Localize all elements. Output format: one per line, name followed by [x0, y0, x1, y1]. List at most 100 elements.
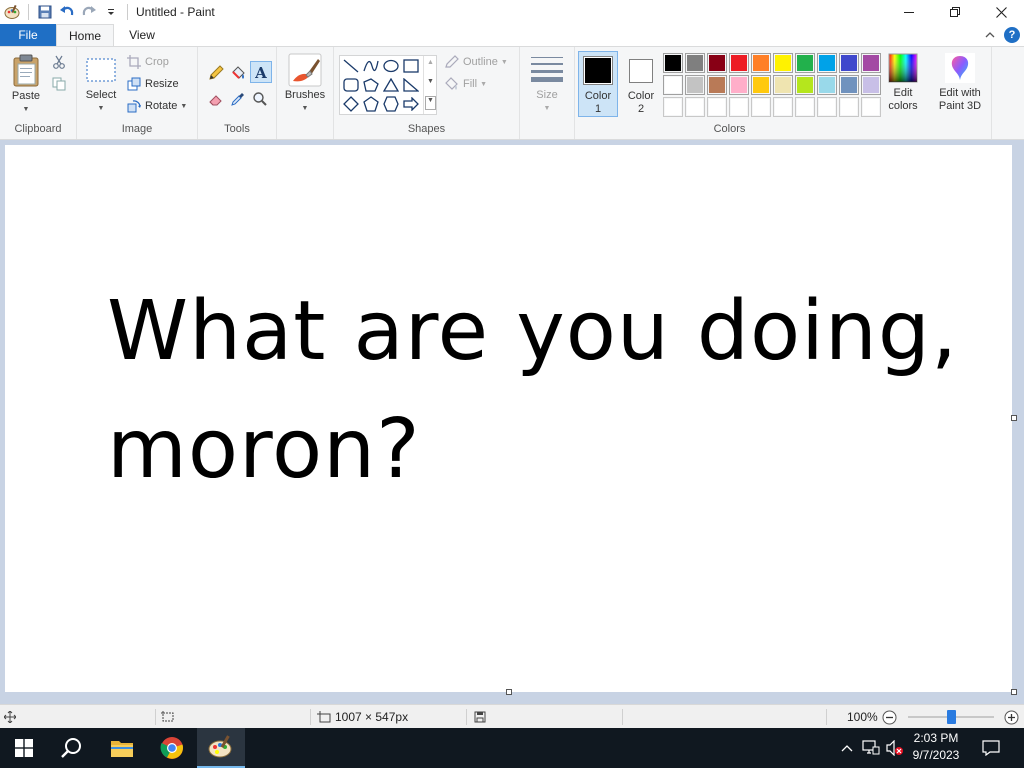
file-explorer-button[interactable] — [98, 728, 146, 768]
resize-handle-right[interactable] — [1011, 415, 1017, 421]
fill-tool[interactable] — [228, 63, 248, 83]
magnifier-tool[interactable] — [250, 89, 270, 109]
palette-swatch[interactable] — [663, 75, 683, 95]
palette-swatch[interactable] — [773, 75, 793, 95]
pencil-tool[interactable] — [206, 63, 226, 83]
palette-swatch[interactable] — [839, 97, 859, 117]
cut-button[interactable] — [52, 55, 66, 69]
minimize-button[interactable] — [886, 0, 932, 24]
oval-shape-icon[interactable] — [381, 56, 401, 76]
undo-icon[interactable] — [57, 2, 77, 22]
palette-swatch[interactable] — [685, 97, 705, 117]
redo-icon[interactable] — [79, 2, 99, 22]
restore-button[interactable] — [932, 0, 978, 24]
palette-swatch[interactable] — [861, 53, 881, 73]
pentagon-shape-icon[interactable] — [361, 94, 381, 114]
palette-swatch[interactable] — [729, 75, 749, 95]
hexagon-shape-icon[interactable] — [381, 94, 401, 114]
palette-swatch[interactable] — [707, 75, 727, 95]
shapes-scroll[interactable]: ▲ ▼ ▼ — [423, 56, 437, 114]
search-button[interactable] — [48, 728, 96, 768]
volume-button[interactable] — [884, 728, 906, 768]
rotate-button[interactable]: Rotate ▼ — [127, 99, 187, 113]
resize-handle-bottom[interactable] — [506, 689, 512, 695]
triangle-shape-icon[interactable] — [381, 75, 401, 95]
color1-button[interactable]: Color 1 — [578, 51, 618, 117]
edit-colors-button[interactable]: Edit colors — [883, 53, 923, 113]
text-tool[interactable]: A — [250, 61, 272, 83]
save-icon[interactable] — [35, 2, 55, 22]
palette-swatch[interactable] — [795, 97, 815, 117]
close-button[interactable] — [978, 0, 1024, 24]
network-button[interactable] — [860, 728, 882, 768]
palette-swatch[interactable] — [839, 75, 859, 95]
palette-swatch[interactable] — [773, 97, 793, 117]
palette-swatch[interactable] — [861, 97, 881, 117]
outline-button[interactable]: Outline ▼ — [444, 55, 508, 69]
curve-shape-icon[interactable] — [361, 56, 381, 76]
chevron-down-icon: ▼ — [180, 102, 188, 110]
palette-swatch[interactable] — [685, 53, 705, 73]
edit-with-paint3d-button[interactable]: Edit with Paint 3D — [933, 53, 987, 113]
collapse-ribbon-button[interactable] — [982, 27, 998, 43]
color-picker-tool[interactable] — [228, 89, 248, 109]
resize-handle-corner[interactable] — [1011, 689, 1017, 695]
diamond-shape-icon[interactable] — [341, 94, 361, 114]
palette-swatch[interactable] — [817, 97, 837, 117]
right-triangle-shape-icon[interactable] — [401, 75, 421, 95]
customize-toolbar-chevron-icon[interactable] — [101, 2, 121, 22]
crop-button[interactable]: Crop — [127, 55, 169, 69]
taskbar-clock[interactable]: 2:03 PM 9/7/2023 — [908, 730, 964, 766]
select-button[interactable]: Select ▼ — [83, 57, 119, 115]
paste-button[interactable]: Paste ▼ — [6, 53, 46, 116]
tab-file[interactable]: File — [0, 24, 56, 46]
palette-swatch[interactable] — [861, 75, 881, 95]
brushes-button[interactable]: Brushes ▼ — [281, 53, 329, 115]
palette-swatch[interactable] — [707, 53, 727, 73]
copy-button[interactable] — [52, 77, 66, 91]
show-hidden-icons-button[interactable] — [838, 728, 856, 768]
palette-swatch[interactable] — [685, 75, 705, 95]
zoom-slider[interactable] — [908, 705, 994, 729]
rounded-rectangle-shape-icon[interactable] — [341, 75, 361, 95]
palette-swatch[interactable] — [663, 53, 683, 73]
eraser-tool[interactable] — [206, 89, 226, 109]
palette-swatch[interactable] — [729, 97, 749, 117]
fill-button[interactable]: Fill ▼ — [444, 77, 487, 91]
paint-taskbar-button[interactable] — [197, 728, 245, 768]
palette-swatch[interactable] — [773, 53, 793, 73]
expand-gallery-icon[interactable]: ▼ — [425, 96, 436, 110]
resize-button[interactable]: Resize — [127, 77, 179, 91]
palette-swatch[interactable] — [729, 53, 749, 73]
zoom-slider-thumb[interactable] — [947, 710, 956, 724]
paint-app-icon[interactable] — [2, 2, 22, 22]
line-shape-icon[interactable] — [341, 56, 361, 76]
start-button[interactable] — [0, 728, 48, 768]
palette-swatch[interactable] — [751, 75, 771, 95]
tab-view[interactable]: View — [114, 24, 170, 46]
palette-swatch[interactable] — [663, 97, 683, 117]
palette-swatch[interactable] — [817, 75, 837, 95]
zoom-out-button[interactable] — [882, 705, 897, 729]
palette-swatch[interactable] — [795, 75, 815, 95]
help-button[interactable]: ? — [1004, 27, 1020, 43]
palette-swatch[interactable] — [707, 97, 727, 117]
palette-swatch[interactable] — [839, 53, 859, 73]
canvas-text[interactable]: What are you doing, moron? — [107, 273, 958, 509]
drawing-canvas[interactable]: What are you doing, moron? — [5, 145, 1012, 692]
arrow-right-shape-icon[interactable] — [401, 94, 421, 114]
rectangle-shape-icon[interactable] — [401, 56, 421, 76]
palette-swatch[interactable] — [817, 53, 837, 73]
palette-swatch[interactable] — [751, 97, 771, 117]
color2-button[interactable]: Color 2 — [621, 51, 661, 117]
zoom-in-button[interactable] — [1004, 705, 1019, 729]
palette-swatch[interactable] — [795, 53, 815, 73]
chrome-button[interactable] — [148, 728, 196, 768]
notifications-button[interactable] — [978, 728, 1004, 768]
tab-home[interactable]: Home — [56, 24, 114, 46]
scroll-down-icon[interactable]: ▼ — [427, 78, 434, 85]
scroll-up-icon[interactable]: ▲ — [427, 59, 434, 66]
polygon-shape-icon[interactable] — [361, 75, 381, 95]
palette-swatch[interactable] — [751, 53, 771, 73]
size-button[interactable]: Size ▼ — [526, 55, 568, 115]
